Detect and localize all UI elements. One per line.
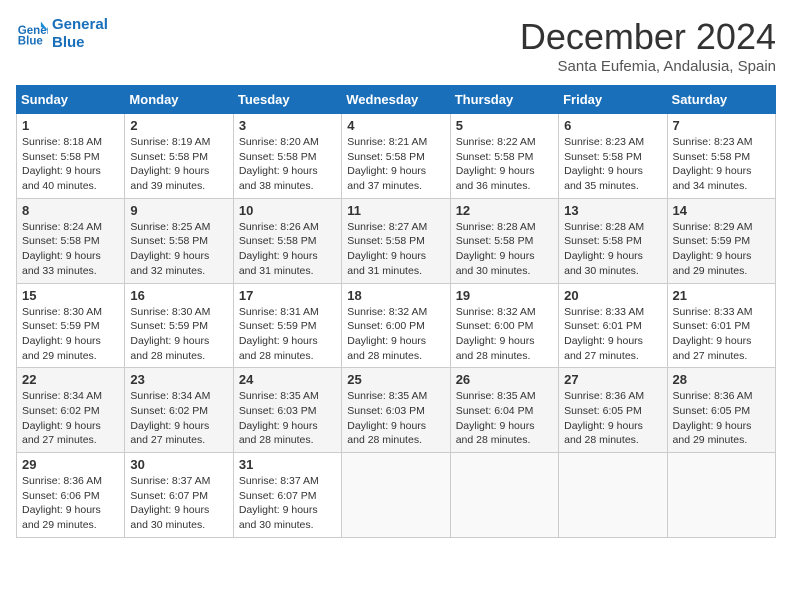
calendar-week-4: 22Sunrise: 8:34 AMSunset: 6:02 PMDayligh… — [17, 368, 776, 453]
weekday-header-friday: Friday — [559, 86, 667, 114]
table-row: 4Sunrise: 8:21 AMSunset: 5:58 PMDaylight… — [342, 114, 450, 199]
weekday-header-tuesday: Tuesday — [233, 86, 341, 114]
weekday-header-sunday: Sunday — [17, 86, 125, 114]
location-subtitle: Santa Eufemia, Andalusia, Spain — [520, 58, 776, 75]
weekday-header-thursday: Thursday — [450, 86, 558, 114]
month-title: December 2024 — [520, 16, 776, 58]
calendar-week-1: 1Sunrise: 8:18 AMSunset: 5:58 PMDaylight… — [17, 114, 776, 199]
logo-line1: General — [52, 16, 108, 34]
table-row: 8Sunrise: 8:24 AMSunset: 5:58 PMDaylight… — [17, 198, 125, 283]
table-row: 7Sunrise: 8:23 AMSunset: 5:58 PMDaylight… — [667, 114, 775, 199]
logo: General Blue General Blue — [16, 16, 108, 52]
table-row: 29Sunrise: 8:36 AMSunset: 6:06 PMDayligh… — [17, 453, 125, 538]
table-row — [667, 453, 775, 538]
table-row: 5Sunrise: 8:22 AMSunset: 5:58 PMDaylight… — [450, 114, 558, 199]
calendar-week-2: 8Sunrise: 8:24 AMSunset: 5:58 PMDaylight… — [17, 198, 776, 283]
table-row: 30Sunrise: 8:37 AMSunset: 6:07 PMDayligh… — [125, 453, 233, 538]
table-row: 11Sunrise: 8:27 AMSunset: 5:58 PMDayligh… — [342, 198, 450, 283]
table-row: 3Sunrise: 8:20 AMSunset: 5:58 PMDaylight… — [233, 114, 341, 199]
table-row: 27Sunrise: 8:36 AMSunset: 6:05 PMDayligh… — [559, 368, 667, 453]
table-row: 26Sunrise: 8:35 AMSunset: 6:04 PMDayligh… — [450, 368, 558, 453]
calendar-week-3: 15Sunrise: 8:30 AMSunset: 5:59 PMDayligh… — [17, 283, 776, 368]
weekday-header-wednesday: Wednesday — [342, 86, 450, 114]
table-row — [450, 453, 558, 538]
table-row: 1Sunrise: 8:18 AMSunset: 5:58 PMDaylight… — [17, 114, 125, 199]
weekday-header-monday: Monday — [125, 86, 233, 114]
calendar-table: SundayMondayTuesdayWednesdayThursdayFrid… — [16, 85, 776, 538]
table-row: 20Sunrise: 8:33 AMSunset: 6:01 PMDayligh… — [559, 283, 667, 368]
logo-line2: Blue — [52, 34, 108, 52]
table-row: 23Sunrise: 8:34 AMSunset: 6:02 PMDayligh… — [125, 368, 233, 453]
table-row: 31Sunrise: 8:37 AMSunset: 6:07 PMDayligh… — [233, 453, 341, 538]
svg-text:Blue: Blue — [18, 36, 44, 48]
table-row: 22Sunrise: 8:34 AMSunset: 6:02 PMDayligh… — [17, 368, 125, 453]
table-row: 16Sunrise: 8:30 AMSunset: 5:59 PMDayligh… — [125, 283, 233, 368]
table-row: 14Sunrise: 8:29 AMSunset: 5:59 PMDayligh… — [667, 198, 775, 283]
table-row: 25Sunrise: 8:35 AMSunset: 6:03 PMDayligh… — [342, 368, 450, 453]
table-row: 12Sunrise: 8:28 AMSunset: 5:58 PMDayligh… — [450, 198, 558, 283]
table-row: 15Sunrise: 8:30 AMSunset: 5:59 PMDayligh… — [17, 283, 125, 368]
table-row: 9Sunrise: 8:25 AMSunset: 5:58 PMDaylight… — [125, 198, 233, 283]
table-row: 13Sunrise: 8:28 AMSunset: 5:58 PMDayligh… — [559, 198, 667, 283]
calendar-week-5: 29Sunrise: 8:36 AMSunset: 6:06 PMDayligh… — [17, 453, 776, 538]
table-row: 6Sunrise: 8:23 AMSunset: 5:58 PMDaylight… — [559, 114, 667, 199]
table-row: 17Sunrise: 8:31 AMSunset: 5:59 PMDayligh… — [233, 283, 341, 368]
table-row: 24Sunrise: 8:35 AMSunset: 6:03 PMDayligh… — [233, 368, 341, 453]
table-row: 18Sunrise: 8:32 AMSunset: 6:00 PMDayligh… — [342, 283, 450, 368]
title-area: December 2024 Santa Eufemia, Andalusia, … — [520, 16, 776, 75]
table-row: 19Sunrise: 8:32 AMSunset: 6:00 PMDayligh… — [450, 283, 558, 368]
page-header: General Blue General Blue December 2024 … — [16, 16, 776, 75]
weekday-header-saturday: Saturday — [667, 86, 775, 114]
table-row: 28Sunrise: 8:36 AMSunset: 6:05 PMDayligh… — [667, 368, 775, 453]
table-row: 2Sunrise: 8:19 AMSunset: 5:58 PMDaylight… — [125, 114, 233, 199]
weekday-header-row: SundayMondayTuesdayWednesdayThursdayFrid… — [17, 86, 776, 114]
logo-icon: General Blue — [16, 18, 48, 50]
table-row — [342, 453, 450, 538]
table-row — [559, 453, 667, 538]
table-row: 10Sunrise: 8:26 AMSunset: 5:58 PMDayligh… — [233, 198, 341, 283]
table-row: 21Sunrise: 8:33 AMSunset: 6:01 PMDayligh… — [667, 283, 775, 368]
